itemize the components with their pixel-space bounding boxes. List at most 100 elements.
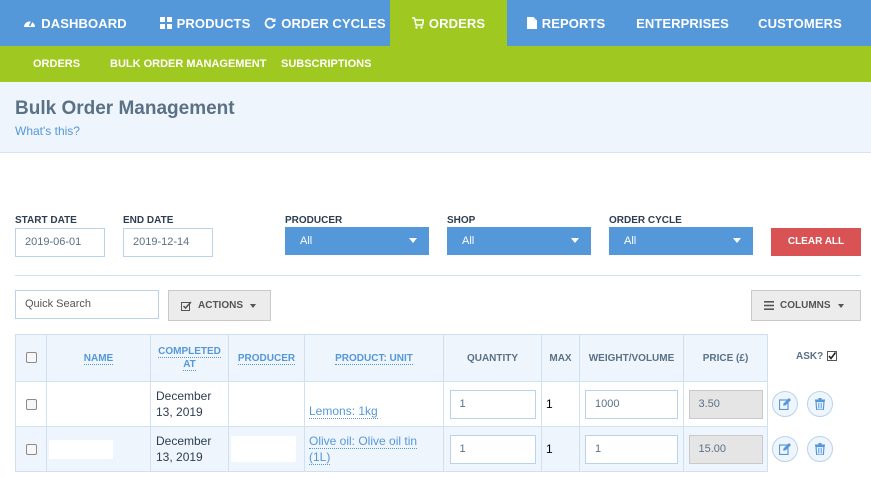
quantity-input[interactable]: 1 [449, 434, 536, 464]
row-actions-cell [767, 426, 871, 472]
order-cycle-select[interactable]: All [609, 227, 753, 255]
product-unit-header-label: PRODUCT: UNIT [335, 352, 413, 365]
chevron-down-icon [733, 238, 741, 243]
row-checkbox[interactable] [25, 444, 37, 456]
quantity-header: QUANTITY [443, 334, 542, 382]
weight-volume-cell: 1000 [579, 381, 684, 427]
divider [15, 275, 861, 276]
end-date-label: END DATE [123, 215, 174, 226]
shop-label: SHOP [447, 215, 476, 226]
price-input: 15.00 [688, 434, 763, 464]
nav-reports[interactable]: REPORTS [507, 0, 625, 46]
chevron-down-icon [571, 238, 579, 243]
row-checkbox[interactable] [25, 399, 37, 411]
name-cell [46, 381, 151, 427]
subnav-subscriptions[interactable]: SUBSCRIPTIONS [281, 46, 371, 82]
product-link[interactable]: Olive oil: Olive oil tin [309, 434, 418, 449]
trash-icon [815, 397, 825, 410]
shop-select-value: All [462, 235, 475, 247]
edit-icon [779, 397, 791, 410]
producer-select-value: All [300, 235, 313, 247]
check-square-icon [181, 300, 192, 311]
delete-button[interactable] [807, 390, 833, 417]
weight-volume-header: WEIGHT/VOLUME [579, 334, 684, 382]
file-icon [526, 17, 537, 29]
shop-select[interactable]: All [447, 227, 591, 255]
product-unit-header[interactable]: PRODUCT: UNIT [304, 334, 444, 382]
nav-dashboard-label: DASHBOARD [41, 15, 127, 31]
trash-icon [815, 442, 825, 455]
ask-checkbox[interactable] [827, 351, 838, 361]
completed-at-cell: December 13, 2019 [150, 426, 229, 472]
row-select-cell [15, 426, 47, 472]
edit-icon [779, 442, 791, 455]
clear-all-button[interactable]: CLEAR ALL [771, 228, 861, 256]
producer-label: PRODUCER [285, 215, 343, 226]
producer-cell [228, 426, 305, 472]
row-actions-cell [767, 381, 871, 427]
nav-dashboard[interactable]: DASHBOARD [0, 0, 150, 46]
nav-reports-label: REPORTS [541, 15, 606, 31]
price-cell: 15.00 [683, 426, 768, 472]
table-row: December 13, 2019 Lemons: 1kg 1 1 1000 3… [15, 381, 871, 427]
price-header: PRICE (£) [683, 334, 768, 382]
actions-button[interactable]: ACTIONS [168, 290, 271, 321]
select-all-header [15, 334, 47, 382]
weight-volume-input[interactable]: 1000 [585, 389, 678, 419]
quick-search-input[interactable]: Quick Search [15, 290, 159, 319]
order-cycle-label: ORDER CYCLE [609, 215, 682, 226]
refresh-icon [264, 17, 276, 29]
nav-enterprises[interactable]: ENTERPRISES [625, 0, 740, 46]
end-date-input[interactable]: 2019-12-14 [123, 228, 213, 257]
columns-button-label: COLUMNS [780, 300, 831, 311]
nav-customers[interactable]: CUSTOMERS [740, 0, 860, 46]
completed-at-line1: December [156, 389, 212, 403]
start-date-input[interactable]: 2019-06-01 [15, 228, 105, 257]
nav-orders[interactable]: ORDERS [390, 0, 507, 46]
ask-header: ASK? [767, 334, 871, 382]
dashboard-icon [24, 20, 36, 27]
row-select-cell [15, 381, 47, 427]
grid-icon [159, 17, 172, 29]
product-link[interactable]: Lemons: 1kg [309, 404, 378, 419]
nav-products[interactable]: PRODUCTS [150, 0, 260, 46]
page-header: Bulk Order Management What's this? [0, 82, 871, 153]
product-link-line2[interactable]: (1L) [309, 450, 331, 465]
completed-at-line1: December [156, 434, 212, 448]
columns-button[interactable]: COLUMNS [751, 290, 861, 321]
nav-order-cycles[interactable]: ORDER CYCLES [260, 0, 390, 46]
completed-at-header[interactable]: COMPLETED AT [150, 334, 229, 382]
select-all-checkbox[interactable] [25, 352, 37, 364]
weight-volume-cell: 1 [579, 426, 684, 472]
nav-products-label: PRODUCTS [176, 15, 251, 31]
sub-navigation: ORDERS BULK ORDER MANAGEMENT SUBSCRIPTIO… [0, 46, 871, 88]
redacted-producer [231, 436, 296, 462]
name-cell [46, 426, 151, 472]
producer-header-label: PRODUCER [237, 352, 296, 365]
completed-at-cell: December 13, 2019 [150, 381, 229, 427]
weight-volume-input[interactable]: 1 [585, 434, 678, 464]
name-header[interactable]: NAME [46, 334, 151, 382]
subnav-orders[interactable]: ORDERS [33, 46, 80, 82]
nav-customers-label: CUSTOMERS [758, 15, 842, 31]
subnav-bulk-order-management-label: BULK ORDER MANAGEMENT [110, 58, 267, 70]
price-header-label: PRICE (£) [702, 352, 749, 364]
producer-select[interactable]: All [285, 227, 429, 255]
max-header-label: MAX [549, 352, 572, 364]
list-icon [764, 301, 774, 310]
producer-header[interactable]: PRODUCER [228, 334, 305, 382]
subnav-orders-label: ORDERS [33, 58, 81, 70]
actions-button-label: ACTIONS [198, 300, 243, 311]
nav-orders-label: ORDERS [428, 15, 486, 31]
caret-down-icon [250, 303, 256, 308]
max-header: MAX [541, 334, 580, 382]
quantity-input[interactable]: 1 [449, 389, 536, 419]
whats-this-link[interactable]: What's this? [15, 124, 80, 138]
delete-button[interactable] [807, 435, 833, 462]
edit-button[interactable] [772, 435, 798, 462]
max-cell: 1 [541, 426, 580, 472]
edit-button[interactable] [772, 390, 798, 417]
page-title: Bulk Order Management [15, 98, 235, 119]
subnav-bulk-order-management[interactable]: BULK ORDER MANAGEMENT [110, 46, 267, 88]
max-cell: 1 [541, 381, 580, 427]
